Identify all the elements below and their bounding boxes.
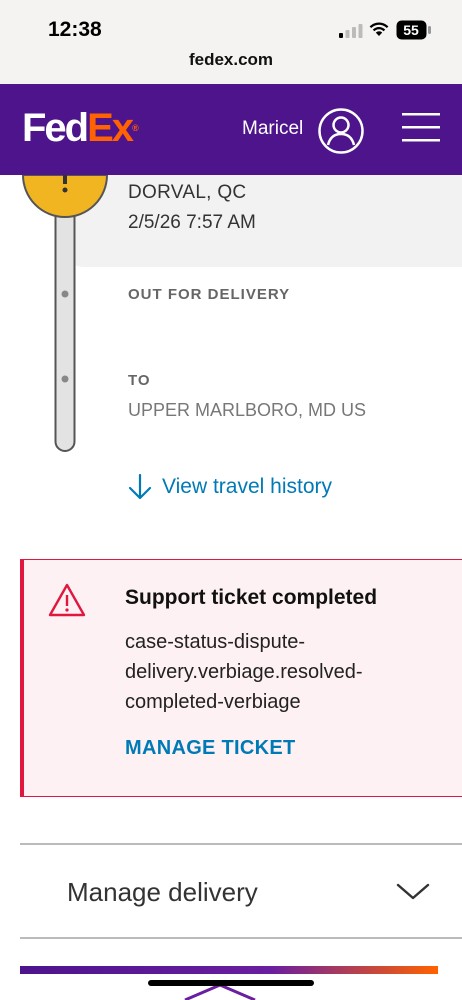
alert-body: case-status-dispute-delivery.verbiage.re… — [125, 631, 363, 713]
user-name[interactable]: Maricel — [242, 118, 303, 140]
warning-triangle-icon — [48, 583, 86, 617]
home-indicator[interactable] — [148, 980, 314, 986]
delivery-status: OUT FOR DELIVERY — [128, 286, 291, 303]
view-travel-history-link[interactable]: View travel history — [128, 470, 332, 504]
alert-title: Support ticket completed — [125, 586, 378, 609]
manage-delivery-label: Manage delivery — [67, 877, 258, 907]
view-travel-history-label: View travel history — [162, 475, 333, 498]
decorative-shape — [184, 985, 256, 1000]
fedex-logo[interactable]: FedEx® — [22, 106, 139, 150]
progress-track — [21, 175, 109, 452]
divider — [20, 937, 462, 939]
destination-city: UPPER MARLBORO, MD US — [128, 400, 367, 420]
origin-timestamp: 2/5/26 7:57 AM — [128, 212, 256, 233]
menu-icon[interactable] — [401, 111, 441, 143]
status-bar — [0, 0, 462, 84]
chevron-down-icon — [396, 883, 430, 900]
origin-city: DORVAL, QC — [128, 182, 247, 203]
arrow-down-icon — [128, 473, 152, 500]
manage-delivery-accordion[interactable]: Manage delivery — [20, 845, 462, 937]
user-icon[interactable] — [317, 107, 365, 155]
status-time: 12:38 — [48, 18, 102, 41]
wifi-icon — [369, 22, 389, 36]
brand-strip — [20, 966, 438, 974]
logo-fed: Fed — [22, 106, 89, 150]
logo-ex: Ex — [87, 106, 134, 150]
manage-ticket-link[interactable]: MANAGE TICKET — [125, 737, 296, 760]
cellular-signal-icon — [339, 24, 363, 38]
battery-level: 55 — [403, 22, 419, 38]
url-domain[interactable]: fedex.com — [0, 50, 462, 70]
logo-registered: ® — [132, 123, 139, 133]
destination-label: TO — [128, 372, 151, 389]
